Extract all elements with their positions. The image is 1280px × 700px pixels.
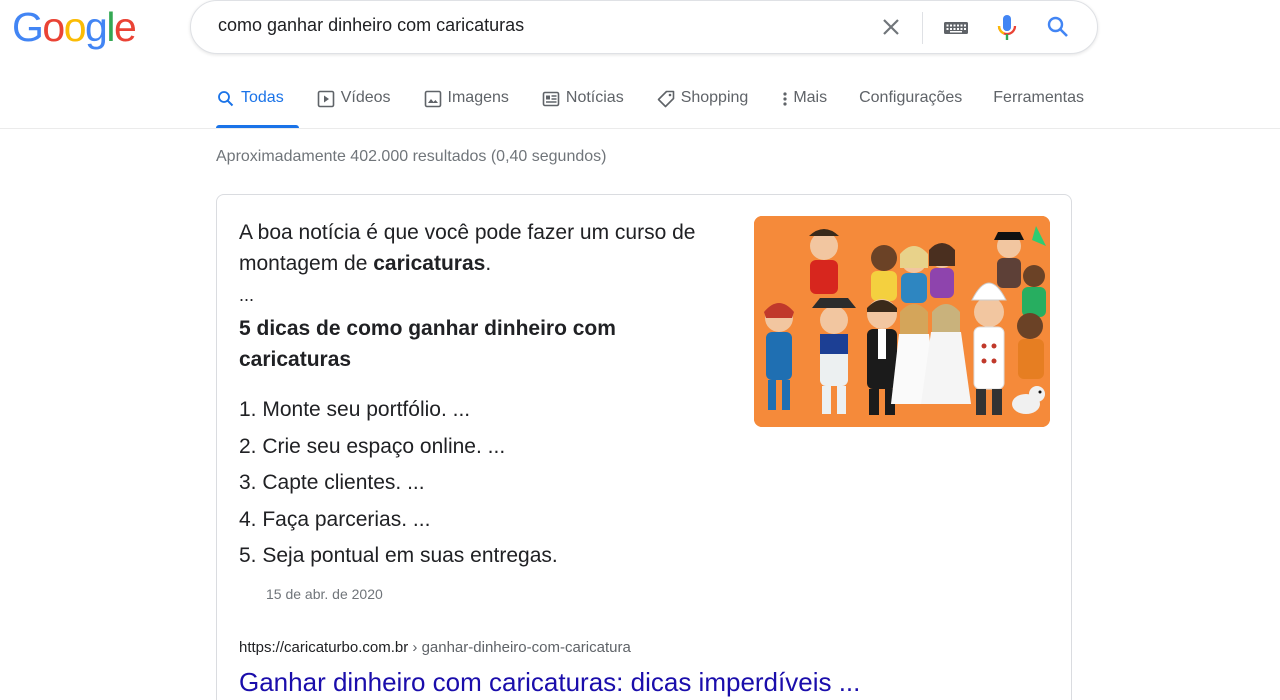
search-tabs: Todas Vídeos Imagens Notícias Shopping M… bbox=[204, 84, 1084, 128]
logo-letter: l bbox=[106, 4, 115, 50]
search-input[interactable]: como ganhar dinheiro com caricaturas bbox=[218, 15, 524, 36]
tag-icon bbox=[657, 90, 674, 108]
tab-label: Ferramentas bbox=[993, 89, 1084, 106]
snippet-thumbnail[interactable] bbox=[754, 216, 1050, 427]
result-stats: Aproximadamente 402.000 resultados (0,40… bbox=[216, 148, 607, 165]
logo-letter: e bbox=[113, 4, 137, 50]
snippet-list-heading: 5 dicas de como ganhar dinheiro com cari… bbox=[239, 317, 616, 371]
list-item: 5. Seja pontual em suas entregas. bbox=[239, 544, 558, 567]
tab-label: Configurações bbox=[859, 89, 963, 106]
result-url[interactable]: https://caricaturbo.com.br › ganhar-dinh… bbox=[239, 639, 631, 656]
snippet-text: A boa notícia é que você pode fazer um c… bbox=[239, 217, 709, 279]
tab-label: Todas bbox=[241, 89, 284, 106]
snippet-list: 1. Monte seu portfólio. ... 2. Crie seu … bbox=[239, 394, 558, 577]
snippet-text-after: . bbox=[485, 252, 492, 275]
tab-label: Notícias bbox=[565, 89, 624, 106]
list-item: 2. Crie seu espaço online. ... bbox=[239, 434, 506, 458]
snippet-ellipsis: ... bbox=[239, 285, 255, 305]
caricature-illustration bbox=[754, 216, 1050, 427]
close-icon[interactable] bbox=[877, 13, 905, 41]
tab-imagens[interactable]: Imagens bbox=[424, 84, 509, 128]
list-item: 3. Capte clientes. ... bbox=[239, 471, 425, 494]
tab-label: Mais bbox=[793, 89, 828, 106]
result-url-path: › ganhar-dinheiro-com-caricatura bbox=[408, 639, 631, 656]
snippet-date: 15 de abr. de 2020 bbox=[266, 586, 383, 602]
search-icon[interactable] bbox=[1044, 13, 1072, 41]
tab-configuracoes[interactable]: Configurações bbox=[859, 84, 962, 128]
mic-icon[interactable] bbox=[995, 12, 1019, 44]
tab-ferramentas[interactable]: Ferramentas bbox=[993, 84, 1084, 128]
tab-videos[interactable]: Vídeos bbox=[317, 84, 391, 128]
search-icon bbox=[218, 91, 234, 107]
search-divider bbox=[922, 12, 923, 44]
play-icon bbox=[317, 90, 335, 108]
snippet-bold-term: caricaturas bbox=[373, 252, 486, 275]
logo-letter: o bbox=[42, 4, 65, 50]
tab-todas[interactable]: Todas bbox=[216, 84, 299, 128]
featured-snippet: A boa notícia é que você pode fazer um c… bbox=[216, 194, 1072, 700]
logo-letter: G bbox=[12, 4, 44, 50]
image-icon bbox=[424, 90, 441, 108]
logo-letter: g bbox=[85, 4, 108, 50]
google-logo[interactable]: Google bbox=[12, 4, 137, 51]
logo-letter: o bbox=[63, 4, 87, 50]
list-item: 1. Monte seu portfólio. ... bbox=[239, 398, 471, 421]
tab-mais[interactable]: Mais bbox=[781, 84, 827, 128]
news-icon bbox=[542, 91, 560, 107]
tab-label: Vídeos bbox=[340, 89, 391, 106]
result-title-link[interactable]: Ganhar dinheiro com caricaturas: dicas i… bbox=[239, 667, 860, 698]
keyboard-icon[interactable] bbox=[943, 16, 969, 40]
list-item: 4. Faça parcerias. ... bbox=[239, 507, 431, 531]
tab-shopping[interactable]: Shopping bbox=[657, 84, 749, 128]
tab-label: Imagens bbox=[447, 89, 509, 106]
search-box[interactable]: como ganhar dinheiro com caricaturas bbox=[190, 0, 1098, 54]
header-divider bbox=[0, 128, 1280, 129]
tab-noticias[interactable]: Notícias bbox=[542, 84, 624, 128]
result-url-domain: https://caricaturbo.com.br bbox=[239, 639, 409, 656]
tab-label: Shopping bbox=[680, 89, 749, 106]
more-vert-icon bbox=[783, 92, 787, 106]
